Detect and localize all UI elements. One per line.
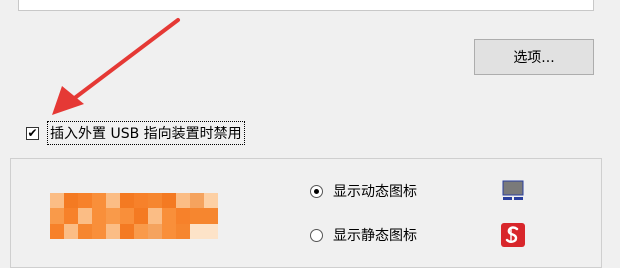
redacted-tile [204, 223, 218, 239]
redacted-tile [176, 223, 190, 239]
redacted-tile [78, 193, 92, 209]
redacted-tile [148, 193, 162, 209]
redacted-tile [106, 208, 120, 224]
redacted-tile [176, 193, 190, 209]
show-dynamic-icon-label[interactable]: 显示动态图标 [333, 181, 417, 201]
redacted-tile [64, 208, 78, 224]
touchpad-icon [502, 180, 524, 200]
redacted-tile [106, 223, 120, 239]
options-button[interactable]: 选项... [474, 39, 594, 75]
disable-on-usb-pointer-label[interactable]: 插入外置 USB 指向装置时禁用 [47, 121, 245, 145]
redacted-tile [176, 208, 190, 224]
redacted-tile [148, 223, 162, 239]
options-button-label: 选项... [513, 50, 555, 66]
redacted-tile [120, 223, 134, 239]
redacted-tile [64, 193, 78, 209]
redacted-tile [190, 223, 204, 239]
disable-on-usb-pointer-checkbox[interactable]: ✔ [26, 126, 39, 140]
redacted-tile [120, 193, 134, 209]
checkmark-icon: ✔ [27, 126, 38, 140]
redacted-tile [92, 223, 106, 239]
radio-selected-dot [314, 188, 319, 194]
redacted-tile [204, 193, 218, 209]
redacted-tile [106, 193, 120, 209]
redacted-image [50, 193, 218, 239]
show-static-icon-option[interactable]: 显示静态图标 [310, 223, 417, 247]
redacted-tile [134, 223, 148, 239]
redacted-tile [134, 193, 148, 209]
redacted-tile [50, 223, 64, 239]
show-dynamic-icon-radio[interactable] [310, 184, 323, 198]
redacted-tile [134, 208, 148, 224]
show-dynamic-icon-option[interactable]: 显示动态图标 [310, 179, 417, 203]
redacted-tile [190, 193, 204, 209]
top-list-panel [18, 0, 594, 11]
synaptics-icon [501, 223, 525, 247]
redacted-tile [50, 193, 64, 209]
redacted-tile [92, 208, 106, 224]
redacted-tile [78, 208, 92, 224]
show-static-icon-radio[interactable] [310, 228, 323, 242]
show-static-icon-label[interactable]: 显示静态图标 [333, 225, 417, 245]
redacted-tile [204, 208, 218, 224]
redacted-tile [190, 208, 204, 224]
redacted-tile [92, 193, 106, 209]
redacted-tile [64, 223, 78, 239]
redacted-tile [120, 208, 134, 224]
disable-on-usb-pointer-row[interactable]: ✔ 插入外置 USB 指向装置时禁用 [26, 121, 245, 145]
redacted-tile [78, 223, 92, 239]
redacted-tile [162, 223, 176, 239]
redacted-tile [148, 208, 162, 224]
redacted-tile [162, 193, 176, 209]
redacted-tile [162, 208, 176, 224]
redacted-tile [50, 208, 64, 224]
